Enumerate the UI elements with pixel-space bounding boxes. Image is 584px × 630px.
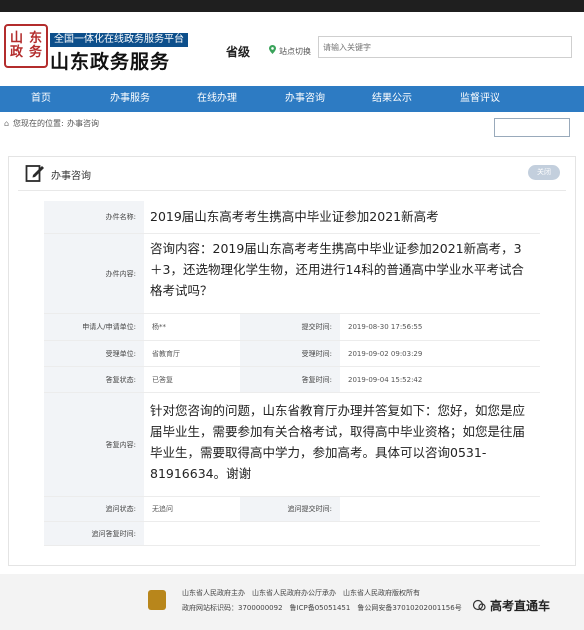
nav-results[interactable]: 结果公示 — [365, 86, 419, 112]
submit-time-label: 提交时间: — [240, 314, 340, 341]
close-button[interactable]: 关闭 — [528, 165, 560, 180]
footer-copyright: 山东省人民政府主办 山东省人民政府办公厅承办 山东省人民政府版权所有 — [182, 589, 420, 597]
accept-unit-value: 省教育厅 — [144, 341, 240, 367]
followup-submit-label: 追问提交时间: — [240, 497, 340, 522]
item-content-value: 咨询内容：2019届山东高考考生携高中毕业证参加2021新高考，3＋3，还选物理… — [144, 234, 540, 314]
item-name-value: 2019届山东高考考生携高中毕业证参加2021新高考 — [144, 201, 540, 234]
accept-unit-label: 受理单位: — [44, 341, 144, 367]
nav-online-handling[interactable]: 在线办理 — [190, 86, 244, 112]
applicant-value: 杨** — [144, 314, 240, 341]
search-input[interactable] — [318, 36, 572, 58]
submit-time-value: 2019-08-30 17:56:55 — [340, 314, 540, 341]
followup-status-value: 无追问 — [144, 497, 240, 522]
reply-content-label: 答复内容: — [44, 393, 144, 497]
national-emblem-icon — [148, 590, 166, 610]
site-name[interactable]: 山东政务服务 — [50, 47, 170, 74]
location-icon: ⌂ — [4, 119, 10, 128]
accept-time-label: 受理时间: — [240, 341, 340, 367]
nav-services[interactable]: 办事服务 — [103, 86, 157, 112]
followup-submit-value — [340, 497, 540, 522]
quick-input[interactable] — [494, 118, 570, 137]
reply-status-label: 答复状态: — [44, 367, 144, 393]
divider — [18, 190, 566, 191]
item-content-label: 办件内容: — [44, 234, 144, 314]
reply-content-value: 针对您咨询的问题，山东省教育厅办理并答复如下：您好，如您是应届毕业生，需要参加有… — [144, 393, 540, 497]
province-level: 省级 — [226, 45, 251, 59]
nav-supervision[interactable]: 监督评议 — [453, 86, 507, 112]
reply-time-label: 答复时间: — [240, 367, 340, 393]
breadcrumb-label: 您现在的位置: — [13, 119, 64, 128]
breadcrumb-current[interactable]: 办事咨询 — [67, 118, 99, 129]
followup-status-label: 追问状态: — [44, 497, 144, 522]
wechat-account-name: 高考直通车 — [490, 599, 551, 613]
reply-time-value: 2019-09-04 15:52:42 — [340, 367, 540, 393]
top-utility-bar — [0, 0, 584, 12]
nav-consultation[interactable]: 办事咨询 — [278, 86, 332, 112]
site-switch-link[interactable]: 站点切换 — [279, 46, 311, 57]
applicant-label: 申请人/申请单位: — [44, 314, 144, 341]
logo-glyph: 政 — [9, 45, 23, 60]
platform-tagline: 全国一体化在线政务服务平台 — [50, 33, 188, 47]
location-pin-icon — [269, 45, 276, 54]
logo-glyph: 东 — [28, 31, 42, 46]
main-nav: 首页 办事服务 在线办理 办事咨询 结果公示 监督评议 — [0, 86, 584, 112]
wechat-icon — [472, 599, 486, 611]
edit-icon — [25, 165, 44, 182]
footer-registration: 政府网站标识码：3700000092 鲁ICP备05051451 鲁公网安备37… — [182, 604, 462, 612]
site-logo[interactable]: 山 东 政 务 — [4, 24, 48, 68]
logo-glyph: 山 — [9, 31, 23, 46]
nav-home[interactable]: 首页 — [20, 86, 62, 112]
logo-glyph: 务 — [28, 45, 42, 60]
item-name-label: 办件名称: — [44, 201, 144, 234]
reply-status-value: 已答复 — [144, 367, 240, 393]
panel-title: 办事咨询 — [51, 171, 91, 182]
accept-time-value: 2019-09-02 09:03:29 — [340, 341, 540, 367]
followup-reply-value — [144, 522, 540, 546]
followup-reply-label: 追问答复时间: — [44, 522, 144, 546]
